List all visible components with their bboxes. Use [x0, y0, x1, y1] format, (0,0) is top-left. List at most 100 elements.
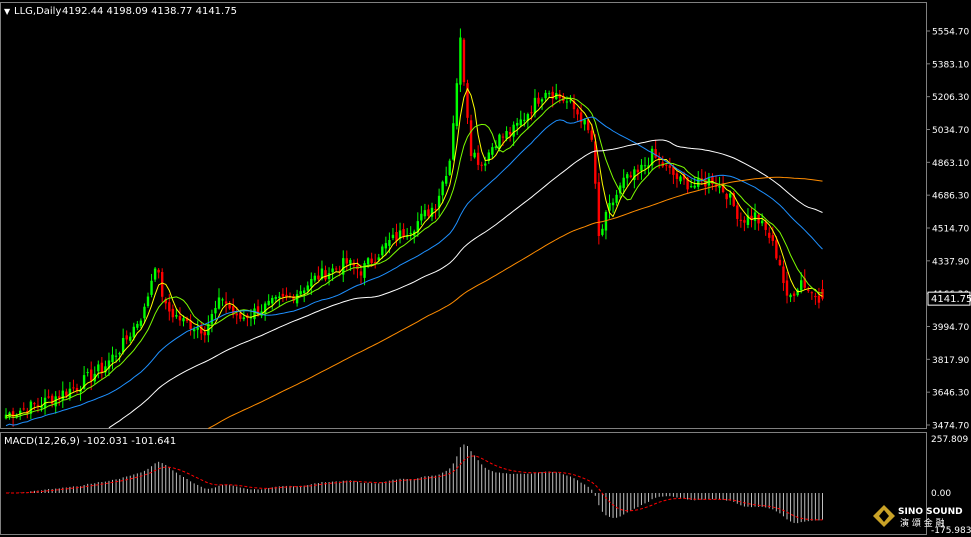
candle-body — [480, 164, 483, 166]
candle-body — [739, 219, 743, 221]
candle-body — [530, 112, 533, 114]
candle-body — [423, 210, 427, 217]
candle-body — [210, 314, 214, 324]
candle-body — [565, 101, 569, 103]
candle-body — [274, 297, 277, 299]
price-tick-label: 3994.70 — [932, 323, 969, 333]
price-tick-label: 3646.30 — [932, 389, 969, 399]
candle-body — [519, 119, 522, 126]
candle-body — [725, 193, 728, 200]
candle-body — [626, 174, 629, 179]
candle-body — [615, 194, 618, 203]
candle-body — [452, 123, 455, 160]
candle-body — [445, 175, 448, 184]
price-tick-label: 5034.70 — [932, 126, 969, 136]
candle-body — [331, 268, 334, 273]
candle-body — [235, 313, 238, 316]
candle-body — [718, 185, 721, 188]
candle-body — [65, 391, 68, 396]
candle-body — [689, 186, 693, 188]
candle-body — [214, 308, 217, 314]
candle-body — [523, 119, 526, 121]
price-tick-label: 4514.70 — [932, 225, 969, 235]
price-tick-label: 4863.10 — [932, 159, 969, 169]
symbol-label: LLG,Daily — [14, 6, 61, 17]
candle-body — [665, 164, 668, 166]
candle-body — [192, 329, 196, 332]
candle-body — [576, 109, 579, 115]
candle-body — [370, 258, 373, 264]
candle-body — [381, 246, 384, 256]
chart-menu-icon[interactable]: ▼ — [4, 7, 11, 16]
candle-body — [455, 83, 459, 126]
price-tick-label: 5383.10 — [932, 60, 969, 70]
current-price-marker: 4141.75 — [927, 291, 971, 306]
candle-body — [217, 297, 221, 309]
candle-body — [384, 243, 388, 249]
candle-body — [366, 258, 370, 265]
candle-body — [136, 323, 139, 328]
candle-body — [100, 362, 104, 373]
candle-body — [146, 296, 150, 307]
candle-body — [792, 293, 796, 296]
candle-body — [121, 337, 125, 353]
candle-body — [391, 234, 395, 239]
candle-body — [484, 163, 487, 166]
candle-body — [800, 280, 803, 291]
candle-body — [267, 300, 270, 305]
candle-body — [753, 212, 757, 221]
candle-body — [171, 308, 175, 318]
candle-body — [540, 99, 544, 102]
candle-body — [640, 164, 643, 171]
candle-body — [512, 124, 515, 137]
candle-body — [345, 258, 348, 264]
candle-body — [736, 205, 739, 219]
candle-body — [533, 97, 537, 114]
candle-body — [601, 228, 604, 235]
candle-body — [363, 263, 366, 278]
candle-body — [547, 93, 551, 95]
candle-body — [132, 326, 135, 338]
candle-body — [764, 222, 767, 230]
candle-body — [72, 387, 75, 389]
candle-body — [537, 97, 540, 104]
candle-body — [388, 240, 391, 246]
trading-chart[interactable]: ▼ LLG,Daily 4192.44 4198.09 4138.77 4141… — [0, 0, 971, 537]
candle-body — [271, 297, 274, 304]
candle-body — [374, 262, 377, 264]
candle-body — [622, 177, 625, 188]
candle-body — [473, 152, 476, 158]
candle-body — [583, 119, 586, 125]
candle-body — [814, 295, 817, 298]
candle-body — [359, 271, 363, 276]
candle-body — [118, 352, 121, 355]
candle-body — [281, 293, 285, 297]
macd-tick-label: 257.809 — [931, 435, 968, 445]
candle-body — [327, 273, 331, 279]
candle-body — [420, 213, 423, 221]
current-price-label: 4141.75 — [931, 294, 971, 305]
candle-body — [306, 285, 309, 291]
candle-body — [125, 335, 128, 340]
macd-tick-label: 0.00 — [931, 489, 951, 499]
price-tick-label: 5554.70 — [932, 28, 969, 38]
candle-body — [36, 404, 40, 406]
candle-body — [203, 332, 206, 336]
candle-body — [693, 185, 696, 188]
price-tick-label: 5206.30 — [932, 93, 969, 103]
candle-body — [139, 320, 143, 326]
candle-body — [175, 315, 178, 317]
candle-body — [278, 296, 281, 298]
candle-body — [569, 100, 572, 102]
price-tick-label: 4337.90 — [932, 257, 969, 267]
candle-body — [111, 354, 114, 363]
candle-body — [349, 259, 352, 264]
candle-body — [129, 336, 132, 341]
candle-body — [544, 92, 547, 99]
candle-body — [611, 202, 615, 206]
candle-body — [590, 130, 593, 140]
candle-body — [768, 232, 771, 238]
candle-body — [597, 182, 601, 237]
candle-body — [90, 369, 93, 381]
logo-text-en: SINO SOUND — [898, 507, 963, 517]
